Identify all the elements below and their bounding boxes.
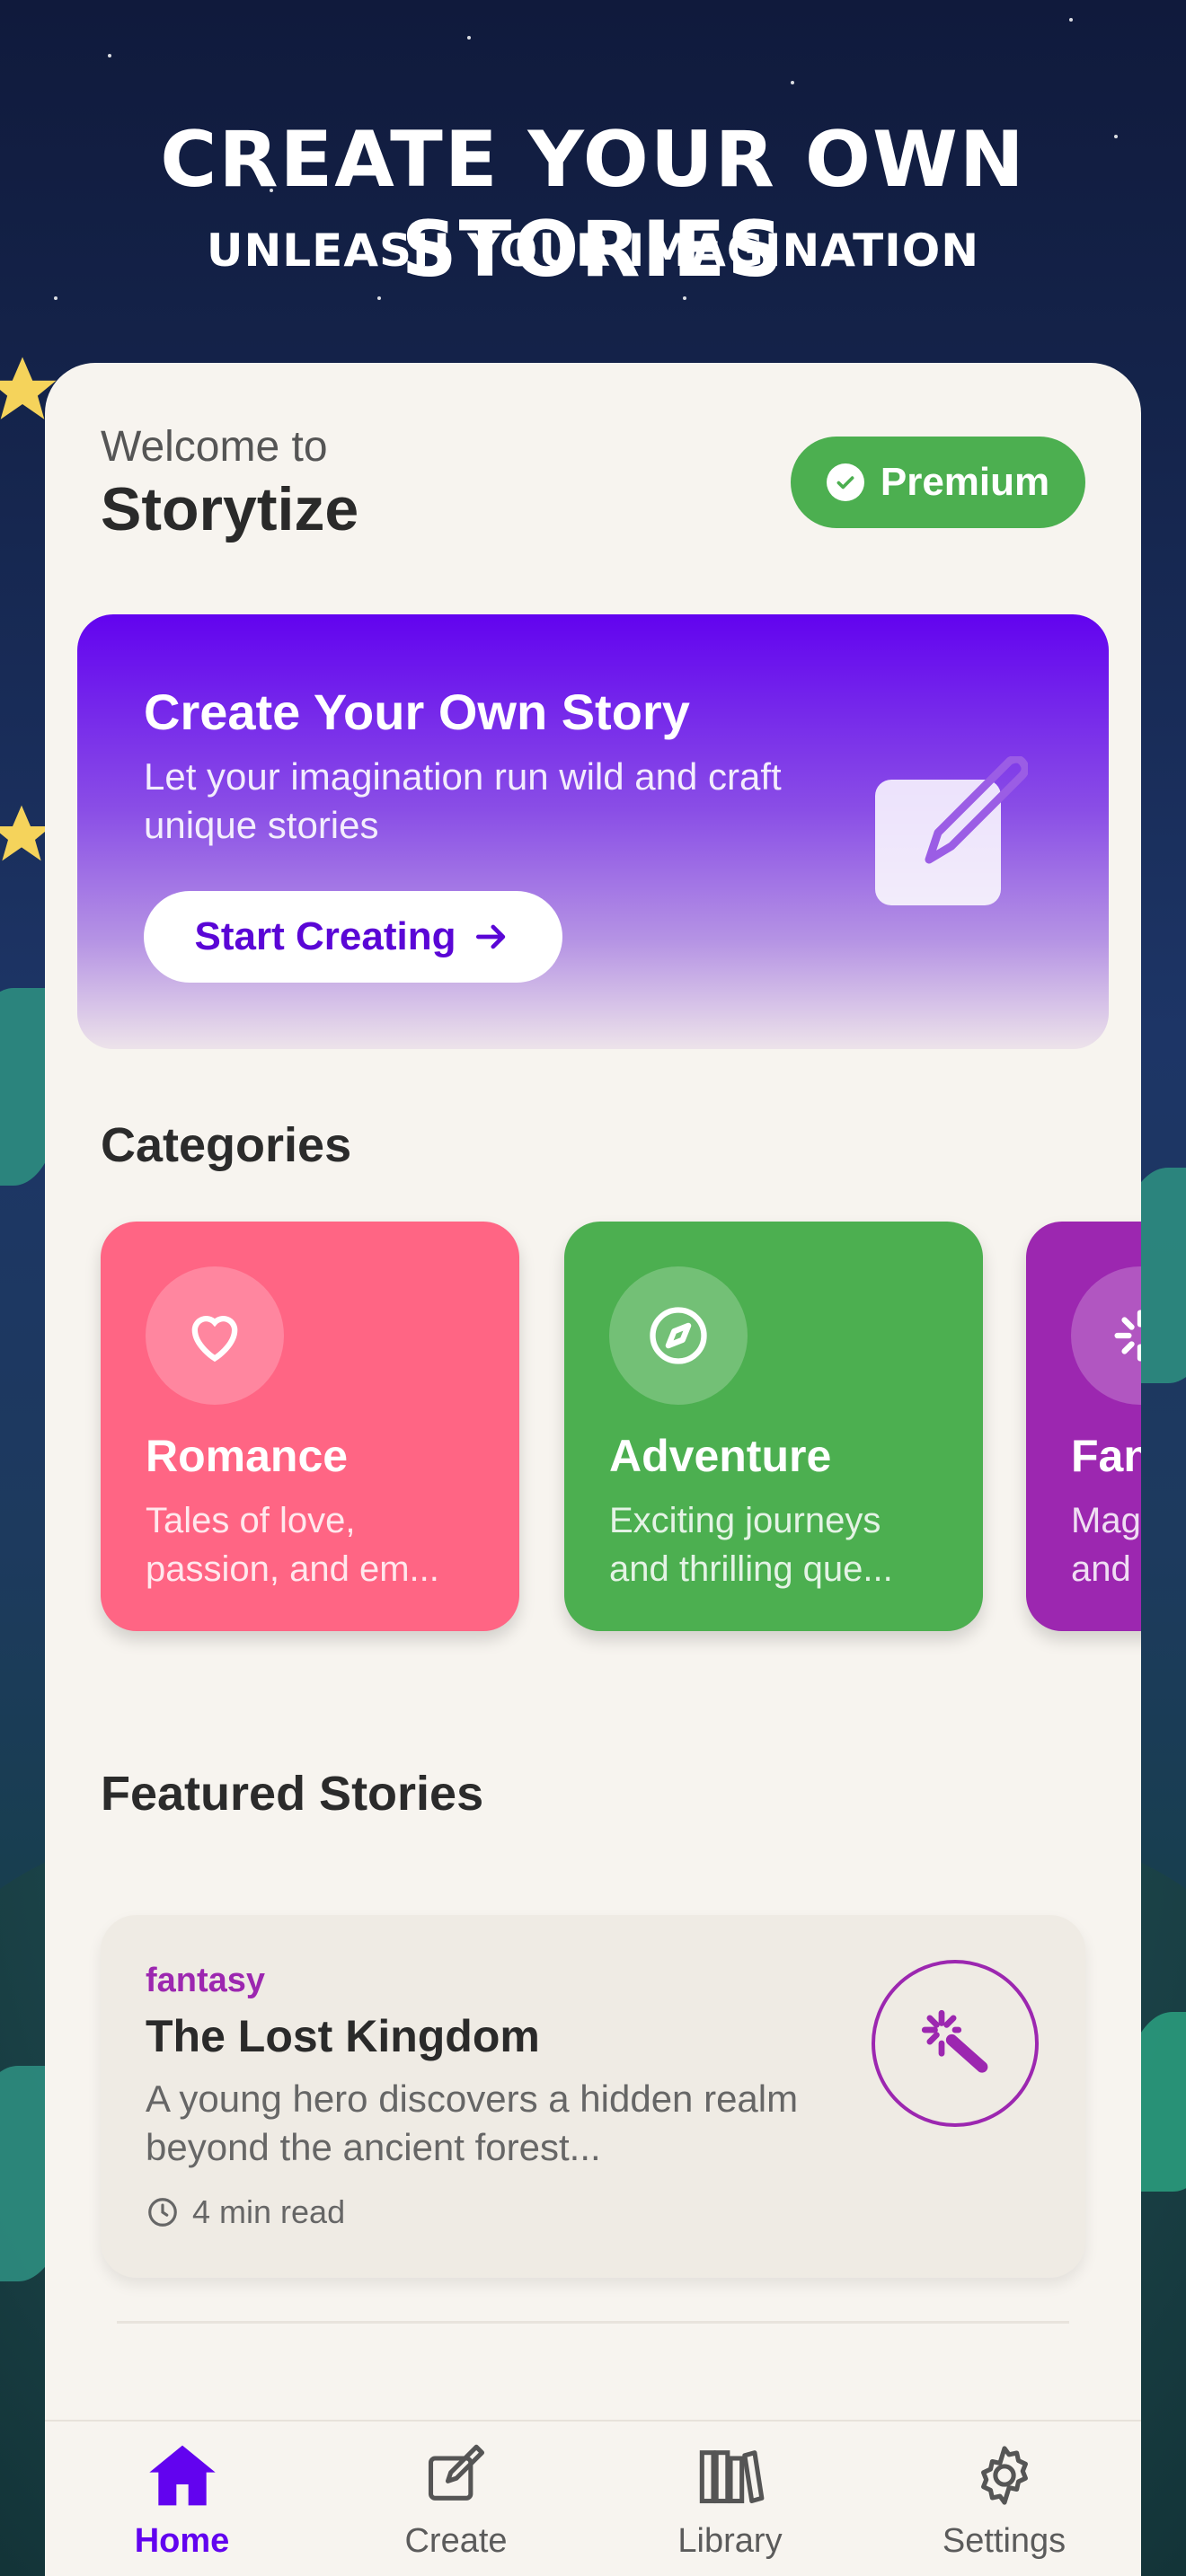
- categories-title: Categories: [101, 1118, 352, 1172]
- read-time-label: 4 min read: [192, 2193, 346, 2230]
- nav-label: Create: [404, 2522, 508, 2560]
- nav-label: Settings: [942, 2522, 1067, 2560]
- category-desc: Mag and: [1071, 1501, 1141, 1589]
- category-name: Adventure: [609, 1431, 832, 1481]
- featured-stories-title: Featured Stories: [101, 1767, 484, 1821]
- nav-create[interactable]: Create: [319, 2422, 593, 2576]
- category-card-romance[interactable]: Romance Tales of love, passion, and em..…: [101, 1222, 519, 1631]
- edit-icon: [875, 756, 1028, 905]
- heart-icon: [146, 1266, 284, 1405]
- nav-library[interactable]: Library: [593, 2422, 867, 2576]
- featured-story-card[interactable]: fantasy The Lost Kingdom A young hero di…: [101, 1915, 1085, 2278]
- category-card-fantasy[interactable]: Fan Mag and: [1026, 1222, 1141, 1631]
- start-creating-button[interactable]: Start Creating: [144, 891, 562, 983]
- read-time: 4 min read: [146, 2193, 345, 2231]
- category-desc: Exciting journeys and thrilling que...: [609, 1501, 893, 1589]
- category-name: Romance: [146, 1431, 349, 1481]
- category-card-adventure[interactable]: Adventure Exciting journeys and thrillin…: [564, 1222, 983, 1631]
- main-card: Welcome to Storytize Premium Create Your…: [45, 363, 1141, 2576]
- compass-icon: [609, 1266, 748, 1405]
- category-name: Fan: [1071, 1431, 1141, 1481]
- welcome-text: Welcome to: [101, 423, 328, 471]
- start-creating-label: Start Creating: [194, 914, 456, 958]
- banner-text: Let your imagination run wild and craft …: [144, 755, 782, 846]
- create-story-banner: Create Your Own Story Let your imaginati…: [77, 614, 1109, 1049]
- list-divider: [117, 2321, 1069, 2324]
- story-title: The Lost Kingdom: [146, 2011, 540, 2061]
- category-desc: Tales of love, passion, and em...: [146, 1501, 439, 1589]
- nav-label: Home: [134, 2522, 230, 2560]
- gear-icon: [980, 2446, 1028, 2505]
- magic-wand-icon: [872, 1960, 1039, 2127]
- sparkle-icon: [1071, 1266, 1141, 1405]
- bottom-navigation: Home Create Library Settings: [45, 2420, 1141, 2576]
- home-icon: [148, 2445, 216, 2506]
- arrow-right-icon: [476, 924, 506, 949]
- edit-icon: [428, 2444, 484, 2501]
- premium-badge[interactable]: Premium: [791, 437, 1085, 528]
- app-name: Storytize: [101, 475, 359, 543]
- nav-label: Library: [677, 2522, 783, 2560]
- hero-subtitle: UNLEASH YOUR IMAGINATION: [206, 225, 980, 277]
- check-circle-icon: [826, 463, 864, 501]
- clock-icon: [148, 2198, 177, 2227]
- premium-label: Premium: [880, 460, 1050, 504]
- nav-settings[interactable]: Settings: [867, 2422, 1141, 2576]
- story-category: fantasy: [146, 1962, 266, 1999]
- nav-home[interactable]: Home: [45, 2422, 319, 2576]
- library-icon: [699, 2450, 764, 2504]
- story-description: A young hero discovers a hidden realm be…: [146, 2078, 799, 2168]
- banner-title: Create Your Own Story: [144, 684, 690, 740]
